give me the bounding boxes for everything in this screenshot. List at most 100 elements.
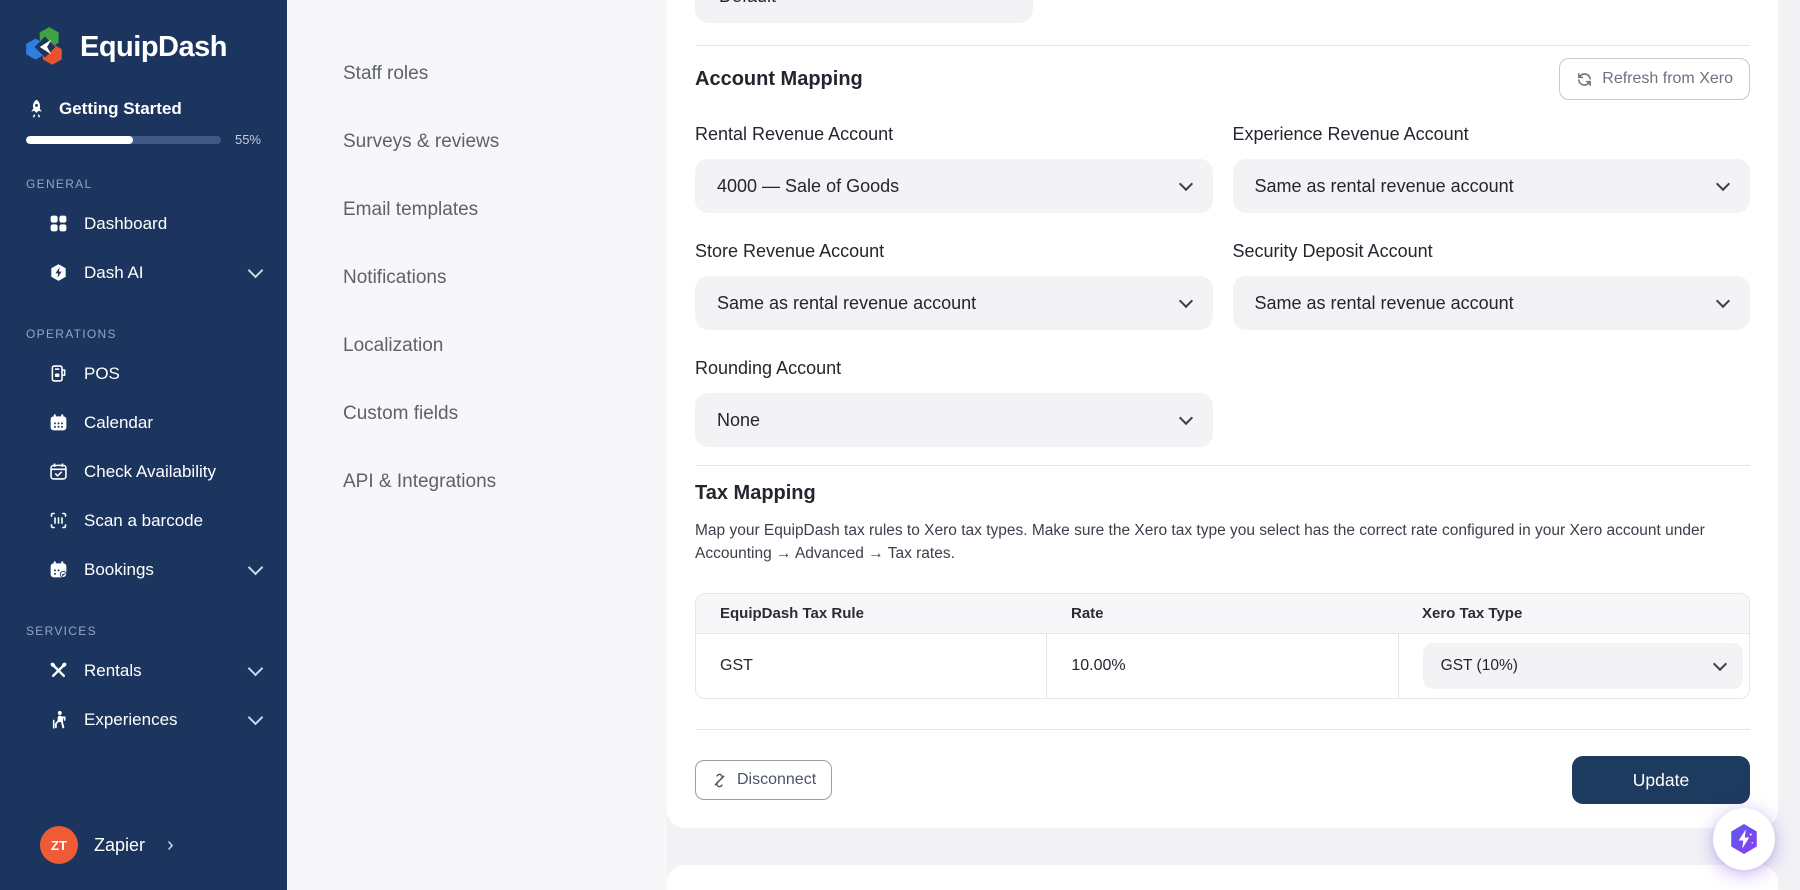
settings-item-staff-roles[interactable]: Staff roles [287,40,667,108]
tax-mapping-table: EquipDash Tax Rule Rate Xero Tax Type GS… [695,593,1750,699]
progress-percent: 55% [234,132,261,147]
account-mapping-title: Account Mapping [695,67,863,90]
select-value: None [717,409,761,430]
field-label: Rental Revenue Account [695,124,894,144]
chevron-down-icon [1712,656,1727,672]
field-security-deposit: Security Deposit Account Same as rental … [1232,241,1750,330]
chevron-right-icon: › [167,833,174,856]
ai-assistant-button[interactable] [1713,808,1775,870]
next-section-card [667,865,1778,890]
sidebar-item-label: Experiences [84,709,178,729]
chevron-down-icon [1178,410,1193,426]
sidebar-item-label: Bookings [84,559,154,579]
getting-started[interactable]: Getting Started 55% [0,76,287,147]
security-deposit-select[interactable]: Same as rental revenue account [1232,276,1750,330]
xero-tax-type-select[interactable]: GST (10%) [1422,643,1743,689]
column-header: Rate [1071,605,1104,622]
calendar-check-icon [48,461,69,482]
experience-revenue-select[interactable]: Same as rental revenue account [1232,159,1750,213]
sidebar-item-dashboard[interactable]: Dashboard [0,199,287,248]
disconnect-label: Disconnect [737,771,817,788]
avatar: ZT [40,826,78,864]
settings-item-surveys-reviews[interactable]: Surveys & reviews [287,108,667,176]
pos-terminal-icon [48,363,69,384]
rocket-icon [26,98,47,119]
sidebar-item-rentals[interactable]: Rentals [0,646,287,695]
refresh-icon [1576,71,1593,88]
disconnect-button[interactable]: Disconnect [695,760,833,800]
settings-item-custom-fields[interactable]: Custom fields [287,380,667,448]
xero-tax-type-cell: GST (10%) [1397,634,1749,698]
calendar-badge-icon [48,559,69,580]
ai-hexagon-bolt-icon [1726,821,1762,857]
sidebar-item-label: Scan a barcode [84,510,204,530]
sidebar-item-scan-barcode[interactable]: Scan a barcode [0,496,287,545]
rounding-account-select[interactable]: None [695,393,1213,447]
default-select[interactable]: Default [695,0,1033,23]
divider [695,45,1750,46]
select-value: Same as rental revenue account [1254,175,1514,196]
sidebar-item-experiences[interactable]: Experiences [0,695,287,744]
grid-icon [48,213,69,234]
xero-settings-card: Default Account Mapping Refresh from Xer… [667,0,1778,828]
barcode-scan-icon [48,510,69,531]
update-button[interactable]: Update [1572,756,1750,804]
tax-mapping-title: Tax Mapping [695,482,816,504]
table-row: GST 10.00% GST (10%) [696,634,1749,698]
sidebar-item-label: Calendar [84,412,153,432]
select-value: GST (10%) [1440,657,1518,674]
chevron-down-icon [1178,293,1193,309]
getting-started-label: Getting Started [59,98,182,118]
sidebar-item-label: Rentals [84,660,142,680]
section-label-operations: OPERATIONS [26,327,117,341]
brand-logo[interactable]: EquipDash [0,0,287,76]
refresh-from-xero-button[interactable]: Refresh from Xero [1559,58,1750,100]
select-value: 4000 — Sale of Goods [717,175,900,196]
settings-item-notifications[interactable]: Notifications [287,244,667,312]
sidebar-item-label: Dash AI [84,262,144,282]
field-label: Experience Revenue Account [1232,124,1469,144]
field-store-revenue: Store Revenue Account Same as rental rev… [695,241,1213,330]
refresh-button-label: Refresh from Xero [1602,70,1733,87]
getting-started-progress [26,135,221,144]
sidebar-item-label: POS [84,363,120,383]
divider [695,729,1750,730]
chevron-down-icon [247,660,264,676]
tax-mapping-description: Map your EquipDash tax rules to Xero tax… [695,522,1705,562]
hexagon-bolt-icon [48,262,69,283]
primary-sidebar: EquipDash Getting Started 55% GENERAL Da… [0,0,287,890]
default-select-value: Default [719,0,776,7]
field-label: Security Deposit Account [1232,241,1433,261]
sidebar-item-bookings[interactable]: Bookings [0,545,287,594]
settings-item-localization[interactable]: Localization [287,312,667,380]
sidebar-item-dash-ai[interactable]: Dash AI [0,248,287,297]
chevron-down-icon [247,709,264,725]
field-rental-revenue: Rental Revenue Account 4000 — Sale of Go… [695,124,1213,213]
store-revenue-select[interactable]: Same as rental revenue account [695,276,1213,330]
chevron-down-icon [247,559,264,575]
select-value: Same as rental revenue account [1254,292,1514,313]
field-rounding-account: Rounding Account None [695,358,1213,447]
divider [695,465,1750,466]
column-header: Xero Tax Type [1422,605,1523,622]
sidebar-item-calendar[interactable]: Calendar [0,398,287,447]
sidebar-item-label: Check Availability [84,461,216,481]
section-label-services: SERVICES [26,624,97,638]
column-header: EquipDash Tax Rule [720,605,864,622]
settings-item-email-templates[interactable]: Email templates [287,176,667,244]
settings-item-api-integrations[interactable]: API & Integrations [287,448,667,516]
chevron-down-icon [247,262,264,278]
sidebar-item-label: Dashboard [84,213,168,233]
sidebar-item-check-availability[interactable]: Check Availability [0,447,287,496]
brand-name: EquipDash [80,30,227,63]
equipdash-logo-icon [22,24,68,70]
unlink-icon [711,772,728,789]
crossed-paddles-icon [48,660,69,681]
rental-revenue-select[interactable]: 4000 — Sale of Goods [695,159,1213,213]
sidebar-item-pos[interactable]: POS [0,349,287,398]
field-label: Store Revenue Account [695,241,885,261]
sidebar-footer-zapier[interactable]: ZT Zapier › [0,814,287,876]
chevron-down-icon [1715,176,1731,192]
chevron-down-icon [1178,176,1193,192]
section-label-general: GENERAL [26,177,93,191]
